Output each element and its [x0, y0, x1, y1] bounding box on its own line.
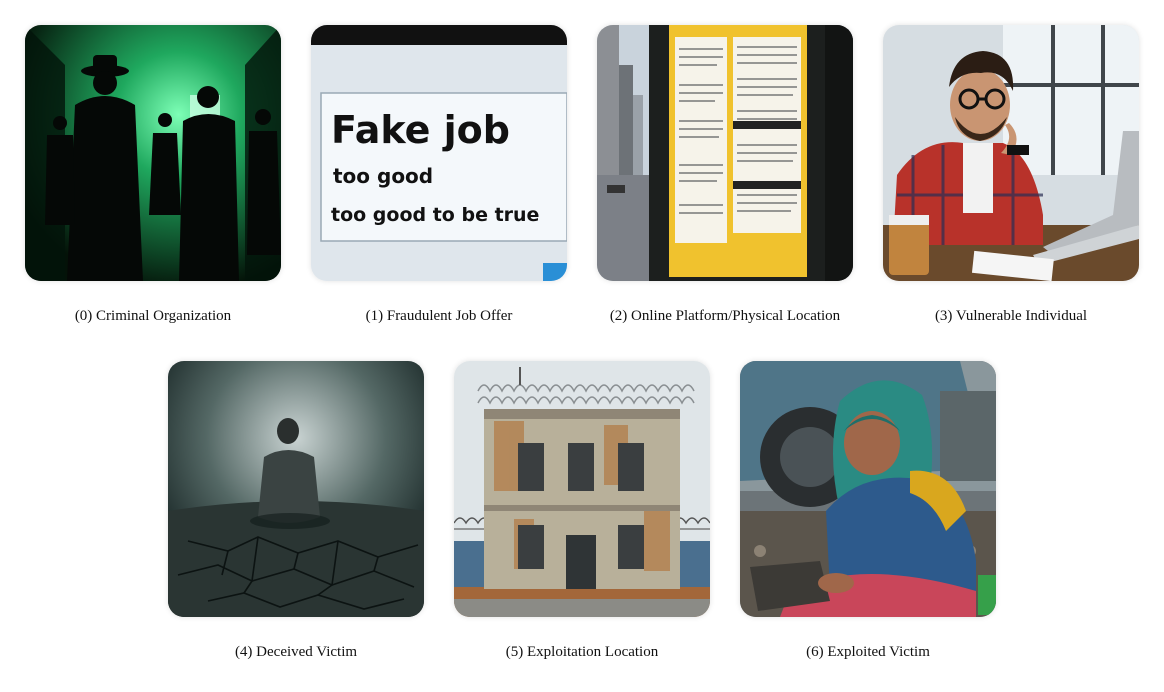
image-deceived-victim: [168, 361, 424, 617]
caption-exploitation-location: (5) Exploitation Location: [505, 644, 659, 660]
sign-line-2: too good: [333, 164, 433, 188]
caption-deceived-victim: (4) Deceived Victim: [234, 644, 358, 660]
image-vulnerable-individual: [883, 25, 1139, 281]
image-fraudulent-job-offer: Fake job too good too good to be true: [311, 25, 567, 281]
caption-vulnerable-individual: (3) Vulnerable Individual: [934, 308, 1088, 324]
sign-line-3: too good to be true: [331, 204, 539, 226]
caption-exploited-victim: (6) Exploited Victim: [806, 644, 930, 660]
image-online-platform-physical-location: [597, 25, 853, 281]
caption-online-platform-physical-location: (2) Online Platform/Physical Location: [609, 308, 841, 324]
image-exploited-victim: [740, 361, 996, 617]
caption-criminal-organization: (0) Criminal Organization: [74, 308, 232, 324]
caption-fraudulent-job-offer: (1) Fraudulent Job Offer: [365, 308, 513, 324]
sign-line-1: Fake job: [331, 108, 510, 152]
image-criminal-organization: [25, 25, 281, 281]
image-exploitation-location: [454, 361, 710, 617]
